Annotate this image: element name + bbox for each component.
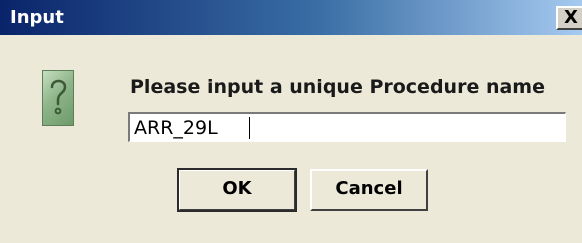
procedure-name-input[interactable]	[128, 112, 566, 142]
prompt-label: Please input a unique Procedure name	[130, 76, 545, 98]
close-icon: X	[564, 7, 578, 28]
input-dialog: Input X Please input a unique Procedure …	[0, 0, 582, 243]
close-button[interactable]: X	[556, 6, 582, 30]
question-icon	[42, 70, 74, 126]
cancel-button[interactable]: Cancel	[310, 169, 428, 211]
window-title: Input	[10, 7, 64, 28]
title-bar[interactable]: Input X	[0, 0, 582, 35]
ok-button[interactable]: OK	[177, 168, 297, 212]
text-caret	[249, 117, 250, 139]
